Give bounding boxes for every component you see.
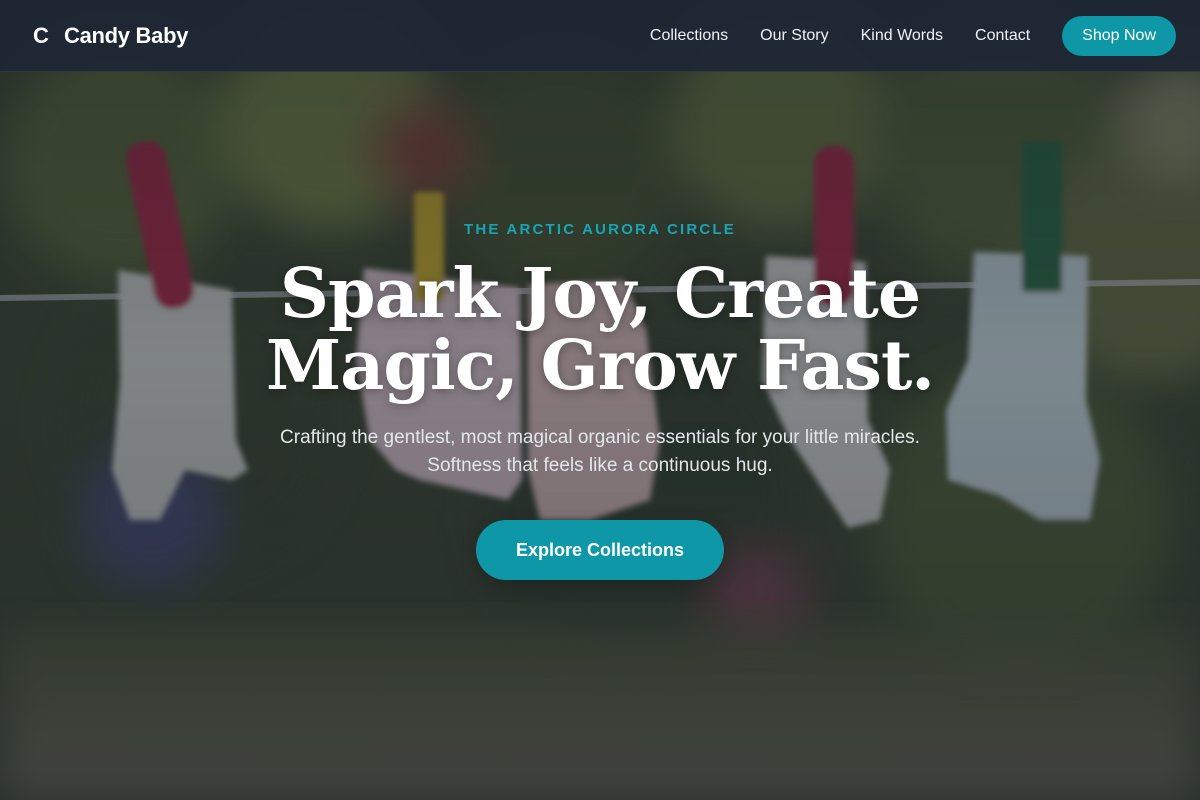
hero-section: THE ARCTIC AURORA CIRCLE Spark Joy, Crea… [0,72,1200,800]
nav-link-our-story[interactable]: Our Story [760,27,828,44]
nav-link-contact[interactable]: Contact [975,27,1030,44]
nav-item-collections: Collections [650,27,728,45]
brand-name: Candy Baby [64,22,189,48]
shop-now-button[interactable]: Shop Now [1062,15,1176,56]
hero-eyebrow: THE ARCTIC AURORA CIRCLE [464,221,736,238]
nav-item-our-story: Our Story [760,27,828,45]
hero-subheading: Crafting the gentlest, most magical orga… [280,427,920,476]
site-header: C Candy Baby Collections Our Story Kind … [0,0,1200,72]
nav-link-kind-words[interactable]: Kind Words [861,27,943,44]
brand-logo-icon: C [33,22,49,48]
nav-link-collections[interactable]: Collections [650,27,728,44]
nav-item-kind-words: Kind Words [861,27,943,45]
nav-item-contact: Contact [975,27,1030,45]
hero-headline: Spark Joy, Create Magic, Grow Fast. [266,254,935,406]
explore-collections-button[interactable]: Explore Collections [476,520,724,580]
brand-logo-link[interactable]: C Candy Baby [32,23,188,49]
main-nav: Collections Our Story Kind Words Contact [650,27,1030,45]
